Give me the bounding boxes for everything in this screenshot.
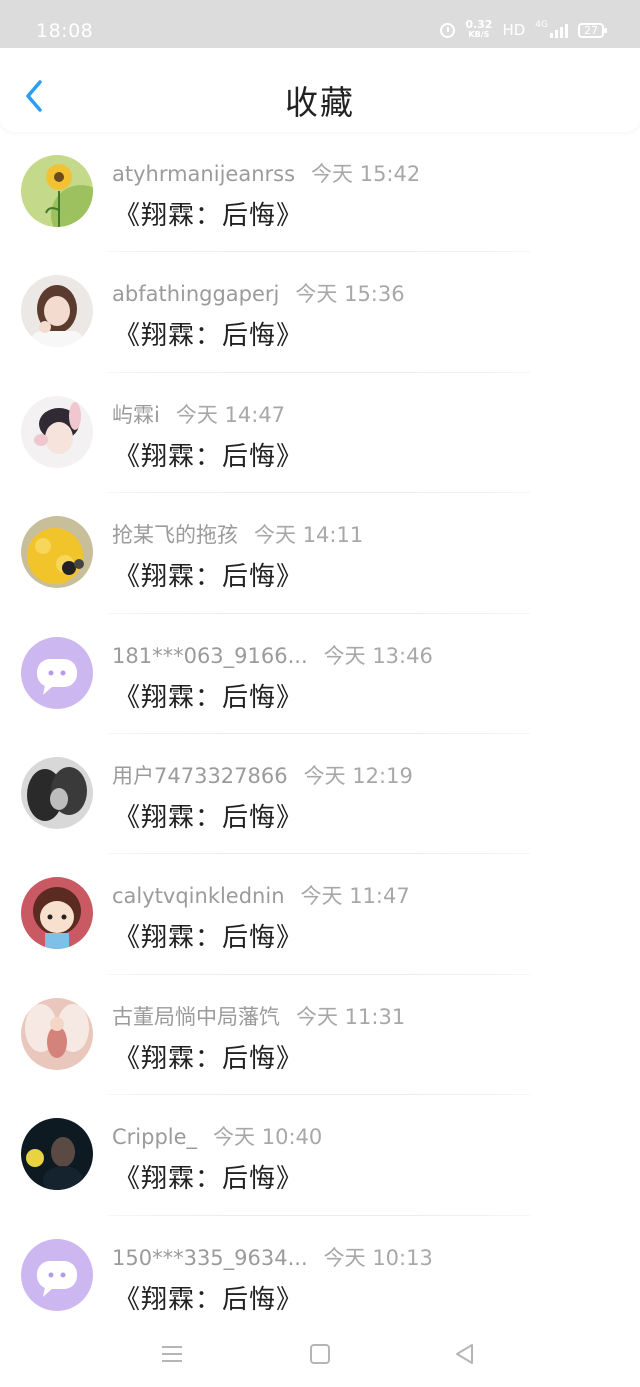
avatar-image [21, 1238, 93, 1311]
avatar[interactable] [21, 516, 93, 589]
username[interactable]: 抢某飞的拖孩 [112, 519, 238, 549]
item-meta: 181***063_9166... 今天 13:46 [112, 640, 433, 670]
status-bar: 18:08 0.32 KB/S HD 4G 27 [0, 0, 640, 48]
home-square-icon [310, 1344, 330, 1364]
signal-icon [550, 22, 568, 38]
item-title[interactable]: 《翔霖：后悔》 [114, 556, 303, 593]
username[interactable]: Cripple_ [112, 1125, 197, 1149]
list-item[interactable]: 用户7473327866 今天 12:19 《翔霖：后悔》 [0, 734, 640, 855]
timestamp: 今天 10:40 [213, 1125, 323, 1150]
hd-indicator: HD [502, 21, 526, 39]
menu-icon [162, 1346, 182, 1362]
avatar[interactable] [21, 1118, 93, 1191]
avatar-image [21, 155, 93, 227]
item-title[interactable]: 《翔霖：后悔》 [114, 1158, 303, 1195]
item-title[interactable]: 《翔霖：后悔》 [114, 436, 303, 473]
list-item[interactable]: 古董局惝中局藩饩 今天 11:31 《翔霖：后悔》 [0, 975, 640, 1096]
timestamp: 今天 14:11 [254, 523, 364, 548]
item-meta: abfathinggaperj 今天 15:36 [112, 278, 405, 308]
avatar[interactable] [21, 395, 93, 468]
item-meta: calytvqinklednin 今天 11:47 [112, 880, 410, 910]
avatar-image [21, 877, 93, 950]
network-speed-value: 0.32 [465, 18, 493, 31]
username[interactable]: 用户7473327866 [112, 760, 288, 790]
system-back-button[interactable] [452, 1341, 478, 1367]
avatar[interactable] [21, 877, 93, 950]
item-title[interactable]: 《翔霖：后悔》 [114, 797, 303, 834]
avatar[interactable] [21, 756, 93, 829]
item-meta: 150***335_9634... 今天 10:13 [112, 1242, 433, 1272]
home-button[interactable] [307, 1341, 333, 1367]
username[interactable]: calytvqinklednin [112, 884, 285, 908]
list-item[interactable]: calytvqinklednin 今天 11:47 《翔霖：后悔》 [0, 854, 640, 975]
item-meta: 抢某飞的拖孩 今天 14:11 [112, 519, 363, 549]
timestamp: 今天 11:47 [300, 884, 410, 909]
list-item[interactable]: 抢某飞的拖孩 今天 14:11 《翔霖：后悔》 [0, 493, 640, 614]
timestamp: 今天 15:36 [295, 282, 405, 307]
system-nav-bar [0, 1321, 640, 1387]
avatar-image [21, 1118, 93, 1191]
alarm-icon [440, 22, 456, 38]
timestamp: 今天 14:47 [175, 402, 286, 427]
avatar-image [21, 516, 93, 589]
timestamp: 今天 15:42 [311, 162, 421, 186]
page-title: 收藏 [285, 83, 355, 122]
avatar-image [21, 997, 93, 1070]
item-title[interactable]: 《翔霖：后悔》 [114, 917, 303, 954]
avatar[interactable] [21, 1238, 93, 1311]
battery-icon: 27 [578, 22, 607, 38]
username[interactable]: 屿霖i [112, 399, 160, 429]
list-item[interactable]: 150***335_9634... 今天 10:13 《翔霖：后悔》 [0, 1216, 640, 1336]
item-meta: 古董局惝中局藩饩 今天 11:31 [112, 1001, 405, 1031]
username[interactable]: abfathinggaperj [112, 282, 279, 306]
avatar[interactable] [21, 636, 93, 709]
menu-button[interactable] [159, 1341, 185, 1367]
list-item[interactable]: abfathinggaperj 今天 15:36 《翔霖：后悔》 [0, 252, 640, 373]
item-title[interactable]: 《翔霖：后悔》 [114, 315, 303, 352]
item-title[interactable]: 《翔霖：后悔》 [114, 1038, 303, 1075]
timestamp: 今天 12:19 [303, 763, 413, 788]
avatar-image [21, 756, 93, 829]
avatar-image [21, 636, 93, 709]
back-triangle-icon [456, 1344, 473, 1364]
username[interactable]: 150***335_9634... [112, 1246, 308, 1270]
avatar-image [21, 395, 93, 468]
list-item[interactable]: Cripple_ 今天 10:40 《翔霖：后悔》 [0, 1095, 640, 1216]
item-title[interactable]: 《翔霖：后悔》 [114, 195, 303, 232]
timestamp: 今天 11:31 [296, 1004, 406, 1029]
status-icons: 0.32 KB/S HD 4G 27 [440, 18, 607, 40]
timestamp: 今天 13:46 [323, 643, 433, 668]
item-title[interactable]: 《翔霖：后悔》 [114, 677, 303, 714]
network-type: 4G [535, 20, 548, 30]
username[interactable]: 181***063_9166... [112, 644, 308, 668]
item-meta: atyhrmanijeanrss 今天 15:42 [112, 158, 420, 188]
username[interactable]: 古董局惝中局藩饩 [112, 1001, 280, 1031]
timestamp: 今天 10:13 [323, 1245, 433, 1270]
avatar-image [21, 275, 93, 348]
network-speed: 0.32 KB/S [465, 18, 493, 40]
favorites-list: atyhrmanijeanrss 今天 15:42 《翔霖：后悔》 abfathing… [0, 132, 640, 1336]
list-item[interactable]: 屿霖i 今天 14:47 《翔霖：后悔》 [0, 373, 640, 494]
username[interactable]: atyhrmanijeanrss [112, 162, 295, 186]
avatar[interactable] [21, 275, 93, 348]
avatar[interactable] [21, 155, 93, 227]
status-time: 18:08 [36, 20, 94, 42]
item-title[interactable]: 《翔霖：后悔》 [114, 1279, 303, 1316]
header: 收藏 [0, 48, 640, 132]
item-meta: Cripple_ 今天 10:40 [112, 1121, 322, 1151]
list-item[interactable]: 181***063_9166... 今天 13:46 《翔霖：后悔》 [0, 614, 640, 734]
list-item[interactable]: atyhrmanijeanrss 今天 15:42 《翔霖：后悔》 [0, 132, 640, 253]
network-speed-unit: KB/S [468, 30, 490, 39]
avatar[interactable] [21, 997, 93, 1070]
item-meta: 屿霖i 今天 14:47 [112, 399, 285, 429]
item-meta: 用户7473327866 今天 12:19 [112, 760, 413, 790]
